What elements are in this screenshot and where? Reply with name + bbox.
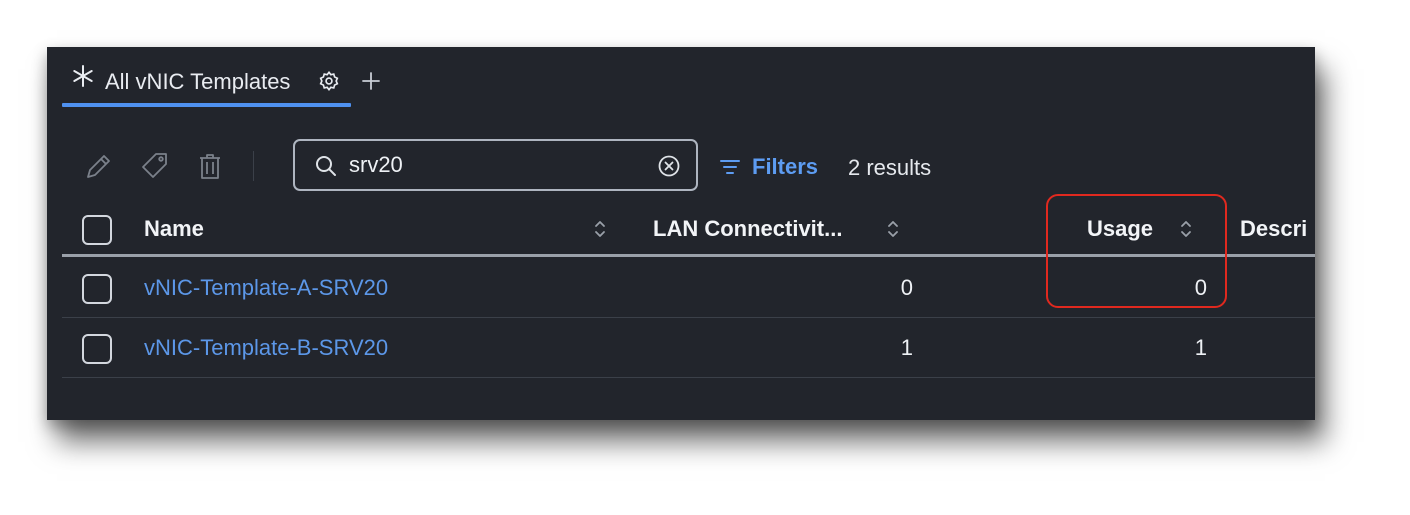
toolbar-divider bbox=[253, 151, 254, 181]
column-header-description[interactable]: Descri bbox=[1240, 216, 1307, 242]
filters-label: Filters bbox=[752, 154, 819, 179]
row-checkbox[interactable] bbox=[82, 334, 112, 364]
tab-label: All vNIC Templates bbox=[105, 69, 291, 94]
active-tab-indicator bbox=[62, 103, 351, 107]
gear-icon[interactable] bbox=[318, 70, 340, 92]
column-header-name[interactable]: Name bbox=[144, 216, 204, 242]
asterisk-icon bbox=[73, 65, 93, 87]
tag-icon[interactable] bbox=[140, 151, 170, 181]
search-field[interactable] bbox=[293, 139, 698, 191]
tab-all-vnic-templates[interactable]: All vNIC Templates bbox=[62, 47, 351, 107]
row-divider bbox=[62, 377, 1315, 378]
lan-connectivity-value: 1 bbox=[900, 335, 913, 360]
select-all-checkbox[interactable] bbox=[82, 215, 112, 245]
sort-icon[interactable] bbox=[886, 217, 900, 241]
template-name-link[interactable]: vNIC-Template-B-SRV20 bbox=[144, 335, 388, 361]
search-icon bbox=[316, 156, 336, 176]
results-count: 2 results bbox=[848, 155, 932, 180]
usage-highlight-box bbox=[1046, 194, 1227, 308]
lan-connectivity-value: 0 bbox=[900, 275, 913, 300]
clear-circle-icon[interactable] bbox=[657, 154, 681, 178]
usage-value: 1 bbox=[1194, 335, 1207, 360]
filters-button[interactable]: Filters bbox=[720, 153, 818, 181]
plus-icon[interactable] bbox=[361, 71, 381, 91]
search-input[interactable] bbox=[349, 151, 639, 179]
template-name-link[interactable]: vNIC-Template-A-SRV20 bbox=[144, 275, 388, 301]
column-header-lan-connectivity[interactable]: LAN Connectivit... bbox=[653, 216, 842, 242]
row-checkbox[interactable] bbox=[82, 274, 112, 304]
sort-icon[interactable] bbox=[593, 217, 607, 241]
row-divider bbox=[62, 317, 1315, 318]
trash-icon[interactable] bbox=[195, 151, 225, 181]
filter-icon bbox=[720, 160, 740, 174]
edit-icon[interactable] bbox=[84, 151, 114, 181]
